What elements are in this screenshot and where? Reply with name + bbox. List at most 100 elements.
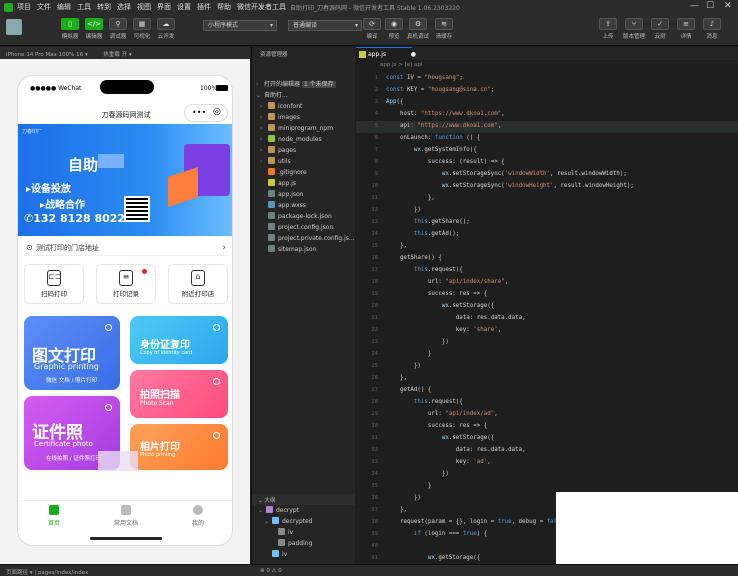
store-address-row[interactable]: ⊙ 测试打印的门店地址 › bbox=[24, 240, 228, 256]
tab-mine[interactable]: 我的 bbox=[162, 505, 232, 527]
code-line[interactable]: 32 data: res.data.data, bbox=[356, 445, 738, 457]
tree-item-folder[interactable]: › pages bbox=[252, 146, 355, 157]
tree-item-folder[interactable]: › node_modules bbox=[252, 135, 355, 146]
code-line[interactable]: 1 const IV = "hougsang"; bbox=[356, 73, 738, 85]
code-line[interactable]: 9 wx.setStorageSync('windowWidth', resul… bbox=[356, 169, 738, 181]
code-line[interactable]: 6 onLaunch: function () { bbox=[356, 133, 738, 145]
editor-button[interactable]: </> 编辑器 bbox=[82, 18, 106, 40]
code-line[interactable]: 14 this.getAd(); bbox=[356, 229, 738, 241]
tree-item-folder[interactable]: › iconfont bbox=[252, 102, 355, 113]
menu-item[interactable]: 项目 bbox=[17, 2, 31, 12]
device-select[interactable]: iPhone 14 Pro Max 100% 16 ▾ bbox=[6, 52, 88, 58]
code-line[interactable]: 5 api: "https://www.dkoa1.com", bbox=[356, 121, 738, 133]
code-line[interactable]: 30 success: res => { bbox=[356, 421, 738, 433]
menu-item[interactable]: 视图 bbox=[137, 2, 151, 12]
code-line[interactable]: 21 data: res.data.data, bbox=[356, 313, 738, 325]
outline-item[interactable]: iv bbox=[252, 528, 355, 539]
mode-select[interactable]: 小程序模式 bbox=[203, 20, 277, 31]
hotreload-select[interactable]: 热重载 开 ▾ bbox=[103, 52, 131, 58]
card-text-print[interactable]: 图文打印 Graphic printing 微信 文档 / 照片打印 bbox=[24, 316, 120, 390]
outline-item[interactable]: ⌄ decrypted bbox=[252, 517, 355, 528]
menu-item[interactable]: 工具 bbox=[77, 2, 91, 12]
cloud-test-button[interactable]: ✓ 云测 bbox=[648, 18, 672, 40]
exit-icon[interactable]: ◎ bbox=[213, 107, 221, 117]
tree-item-file[interactable]: package-lock.json bbox=[252, 212, 355, 223]
compile-button[interactable]: ⟳ 编译 bbox=[360, 18, 384, 40]
code-line[interactable]: 11 }, bbox=[356, 193, 738, 205]
card-id-copy[interactable]: 身份证复印 Copy of identity card bbox=[130, 316, 228, 364]
problems-count[interactable]: ⊗ 0 ⚠ 0 bbox=[260, 568, 282, 574]
code-line[interactable]: 19 success: res => { bbox=[356, 289, 738, 301]
project-root[interactable]: ⌄ 自助打... bbox=[252, 91, 355, 102]
scan-print-button[interactable]: ⊏⊐ 扫码打印 bbox=[24, 264, 84, 304]
avatar[interactable] bbox=[6, 19, 22, 35]
outline-item[interactable]: ⌄ decrypt bbox=[252, 506, 355, 517]
menu-item[interactable]: 微信开发者工具 bbox=[237, 2, 286, 12]
page-path[interactable]: 页面路径 ▾ | pages/index/index bbox=[6, 570, 88, 576]
code-line[interactable]: 12 }) bbox=[356, 205, 738, 217]
outline-item[interactable]: padding bbox=[252, 539, 355, 550]
minimize-icon[interactable]: — bbox=[690, 1, 699, 11]
code-line[interactable]: 33 key: 'ad', bbox=[356, 457, 738, 469]
code-line[interactable]: 13 this.getShare(); bbox=[356, 217, 738, 229]
print-records-button[interactable]: ≡ 打印记录 bbox=[96, 264, 156, 304]
breadcrumb[interactable]: app.js > [e] api bbox=[356, 60, 738, 71]
tree-item-file[interactable]: .gitignore bbox=[252, 168, 355, 179]
open-editors-section[interactable]: › 打开的编辑器 1 个未保存 bbox=[252, 80, 355, 91]
menu-item[interactable]: 设置 bbox=[177, 2, 191, 12]
simulator-button[interactable]: ▯ 模拟器 bbox=[58, 18, 82, 40]
clear-cache-button[interactable]: ≋ 清缓存 bbox=[432, 18, 456, 40]
tree-item-file[interactable]: app.wxss bbox=[252, 201, 355, 212]
maximize-icon[interactable]: ☐ bbox=[706, 1, 714, 11]
code-line[interactable]: 16 getShare() { bbox=[356, 253, 738, 265]
tree-item-file[interactable]: project.config.json bbox=[252, 223, 355, 234]
code-line[interactable]: 18 url: "api/index/share", bbox=[356, 277, 738, 289]
code-line[interactable]: 2 const KEY = "hougsang@sina.cn"; bbox=[356, 85, 738, 97]
code-line[interactable]: 24 } bbox=[356, 349, 738, 361]
tab-documents[interactable]: 常用文档 bbox=[90, 505, 162, 527]
code-line[interactable]: 31 wx.setStorage({ bbox=[356, 433, 738, 445]
tree-item-file[interactable]: app.js bbox=[252, 179, 355, 190]
menu-item[interactable]: 插件 bbox=[197, 2, 211, 12]
code-line[interactable]: 8 success: (result) => { bbox=[356, 157, 738, 169]
code-line[interactable]: 29 url: "api/index/ad", bbox=[356, 409, 738, 421]
menu-item[interactable]: 编辑 bbox=[57, 2, 71, 12]
code-line[interactable]: 27 getAd() { bbox=[356, 385, 738, 397]
code-line[interactable]: 15 }, bbox=[356, 241, 738, 253]
tree-item-folder[interactable]: › utils bbox=[252, 157, 355, 168]
code-line[interactable]: 26 }, bbox=[356, 373, 738, 385]
editor-tab-app-js[interactable]: app.js ● bbox=[356, 47, 416, 60]
code-line[interactable]: 17 this.request({ bbox=[356, 265, 738, 277]
code-line[interactable]: 7 wx.getSystemInfo({ bbox=[356, 145, 738, 157]
upload-button[interactable]: ⇪ 上传 bbox=[596, 18, 620, 40]
preview-button[interactable]: ◉ 预览 bbox=[382, 18, 406, 40]
more-icon[interactable]: ••• bbox=[192, 108, 206, 117]
menu-item[interactable]: 转到 bbox=[97, 2, 111, 12]
tab-home[interactable]: 首页 bbox=[18, 505, 90, 527]
menu-item[interactable]: 文件 bbox=[37, 2, 51, 12]
capsule-menu[interactable]: ••• ◎ bbox=[184, 104, 228, 122]
code-line[interactable]: 23 }) bbox=[356, 337, 738, 349]
details-button[interactable]: ≡ 详情 bbox=[674, 18, 698, 40]
code-lines[interactable]: 1 const IV = "hougsang"; 2 const KEY = "hou… bbox=[356, 73, 738, 563]
remote-debug-button[interactable]: ⚙ 真机调试 bbox=[406, 18, 430, 40]
tree-item-folder[interactable]: › images bbox=[252, 113, 355, 124]
code-line[interactable]: 3 App({ bbox=[356, 97, 738, 109]
code-line[interactable]: 20 wx.setStorage({ bbox=[356, 301, 738, 313]
nearby-store-button[interactable]: ⌂ 附近打印店 bbox=[168, 264, 228, 304]
banner[interactable]: 刀春印厂 自助 ▸设备投放 ▸战略合作 ✆132 8128 8022 bbox=[18, 124, 232, 236]
menu-item[interactable]: 选择 bbox=[117, 2, 131, 12]
code-line[interactable]: 10 wx.setStorageSync('windowHeight', res… bbox=[356, 181, 738, 193]
tree-item-file[interactable]: project.private.config.js... bbox=[252, 234, 355, 245]
close-icon[interactable]: ✕ bbox=[724, 1, 732, 11]
messages-button[interactable]: ♪ 消息 bbox=[700, 18, 724, 40]
tree-item-file[interactable]: app.json bbox=[252, 190, 355, 201]
code-line[interactable]: 34 }) bbox=[356, 469, 738, 481]
cloud-button[interactable]: ☁ 云开发 bbox=[154, 18, 178, 40]
compile-select[interactable]: 普通编译 bbox=[288, 20, 362, 31]
outline-header[interactable]: ⌄ 大纲 bbox=[252, 494, 355, 505]
visual-button[interactable]: ▦ 可视化 bbox=[130, 18, 154, 40]
code-line[interactable]: 28 this.request({ bbox=[356, 397, 738, 409]
version-button[interactable]: ⑂ 版本管理 bbox=[622, 18, 646, 40]
code-line[interactable]: 25 }) bbox=[356, 361, 738, 373]
